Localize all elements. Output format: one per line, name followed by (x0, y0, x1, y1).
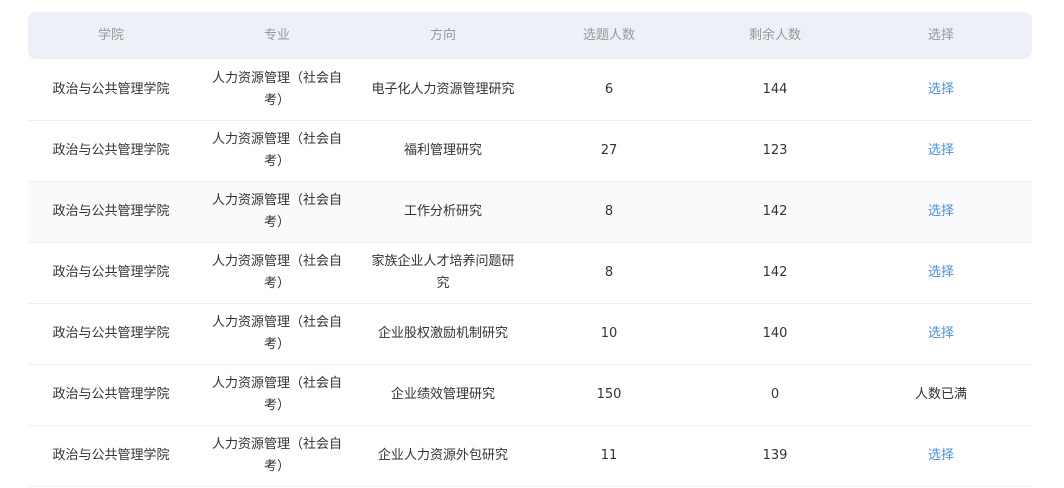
remaining-count-cell: 142 (762, 204, 788, 219)
direction-cell: 福利管理研究 (403, 143, 482, 158)
direction-cell: 工作分析研究 (403, 204, 482, 219)
table-row: 政治与公共管理学院 人力资源管理（社会自考） 电子化人力资源管理研究 6 144 选择 (28, 60, 1032, 121)
selected-count-cell: 27 (600, 143, 618, 158)
table-row: 政治与公共管理学院 人力资源管理（社会自考） 企业人力资源外包研究 11 139 选择 (28, 426, 1032, 487)
select-button[interactable]: 选择 (858, 79, 1024, 101)
direction-cell: 电子化人力资源管理研究 (371, 82, 515, 97)
header-selected-count: 选题人数 (582, 27, 635, 43)
selected-count-cell: 150 (596, 387, 622, 402)
major-cell: 人力资源管理（社会自考） (211, 132, 342, 169)
college-cell: 政治与公共管理学院 (52, 326, 170, 341)
selected-count-cell: 10 (600, 326, 618, 341)
remaining-count-cell: 140 (762, 326, 788, 341)
college-cell: 政治与公共管理学院 (52, 143, 170, 158)
major-cell: 人力资源管理（社会自考） (211, 437, 342, 474)
header-remaining-count: 剩余人数 (748, 27, 801, 43)
table-row: 政治与公共管理学院 人力资源管理（社会自考） 福利管理研究 27 123 选择 (28, 121, 1032, 182)
select-button[interactable]: 选择 (858, 323, 1024, 345)
major-cell: 人力资源管理（社会自考） (211, 254, 342, 291)
remaining-count-cell: 0 (770, 387, 780, 402)
college-cell: 政治与公共管理学院 (52, 387, 170, 402)
table-row: 政治与公共管理学院 人力资源管理（社会自考） 企业绩效管理研究 150 0 人数已满 (28, 365, 1032, 426)
select-button[interactable]: 选择 (858, 201, 1024, 223)
selected-count-cell: 8 (604, 265, 614, 280)
header-college: 学院 (97, 27, 124, 43)
remaining-count-cell: 139 (762, 448, 788, 463)
table-row: 政治与公共管理学院 人力资源管理（社会自考） 工作分析研究 8 142 选择 (28, 182, 1032, 243)
table-header: 学院 专业 方向 选题人数 剩余人数 选择 (28, 12, 1032, 59)
remaining-count-cell: 144 (762, 82, 788, 97)
action-cell: 人数已满 (914, 387, 967, 402)
college-cell: 政治与公共管理学院 (52, 82, 170, 97)
major-cell: 人力资源管理（社会自考） (211, 71, 342, 108)
direction-cell: 家族企业人才培养问题研究 (371, 254, 515, 291)
selected-count-cell: 8 (604, 204, 614, 219)
header-direction: 方向 (429, 27, 456, 43)
college-cell: 政治与公共管理学院 (52, 265, 170, 280)
selected-count-cell: 6 (604, 82, 614, 97)
table-row: 政治与公共管理学院 人力资源管理（社会自考） 家族企业人才培养问题研究 8 142 选择 (28, 243, 1032, 304)
select-button[interactable]: 选择 (858, 262, 1024, 284)
major-cell: 人力资源管理（社会自考） (211, 376, 342, 413)
table-row: 政治与公共管理学院 人力资源管理（社会自考） 企业股权激励机制研究 10 140 选择 (28, 304, 1032, 365)
header-major: 专业 (263, 27, 290, 43)
header-action: 选择 (927, 27, 954, 43)
select-button[interactable]: 选择 (858, 445, 1024, 467)
remaining-count-cell: 123 (762, 143, 788, 158)
direction-cell: 企业股权激励机制研究 (377, 326, 508, 341)
select-button[interactable]: 选择 (858, 140, 1024, 162)
direction-cell: 企业人力资源外包研究 (377, 448, 508, 463)
selected-count-cell: 11 (600, 448, 618, 463)
college-cell: 政治与公共管理学院 (52, 448, 170, 463)
college-cell: 政治与公共管理学院 (52, 204, 170, 219)
direction-cell: 企业绩效管理研究 (390, 387, 495, 402)
major-cell: 人力资源管理（社会自考） (211, 193, 342, 230)
topic-table: 学院 专业 方向 选题人数 剩余人数 选择 政治与公共管理学院人力资源管理（社会… (28, 12, 1032, 487)
major-cell: 人力资源管理（社会自考） (211, 315, 342, 352)
remaining-count-cell: 142 (762, 265, 788, 280)
